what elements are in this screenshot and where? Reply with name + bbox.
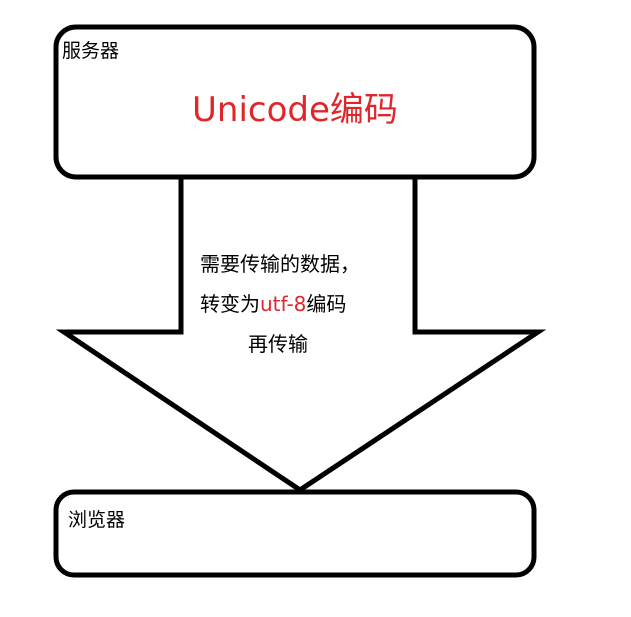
server-label: 服务器 bbox=[62, 40, 120, 62]
transfer-line-2-suffix: 编码 bbox=[306, 292, 347, 316]
transfer-line-2-prefix: 转变为 bbox=[200, 292, 260, 316]
browser-box bbox=[53, 489, 537, 578]
transfer-line-3: 再传输 bbox=[248, 332, 308, 356]
transfer-line-2: 转变为utf-8编码 bbox=[200, 284, 400, 324]
server-encoding-label: Unicode编码 bbox=[192, 90, 398, 130]
transfer-description: 需要传输的数据， 转变为utf-8编码 再传输 bbox=[200, 244, 400, 364]
browser-label: 浏览器 bbox=[68, 509, 126, 531]
transfer-encoding-highlight: utf-8 bbox=[260, 292, 307, 316]
transfer-line-1: 需要传输的数据， bbox=[200, 252, 360, 276]
